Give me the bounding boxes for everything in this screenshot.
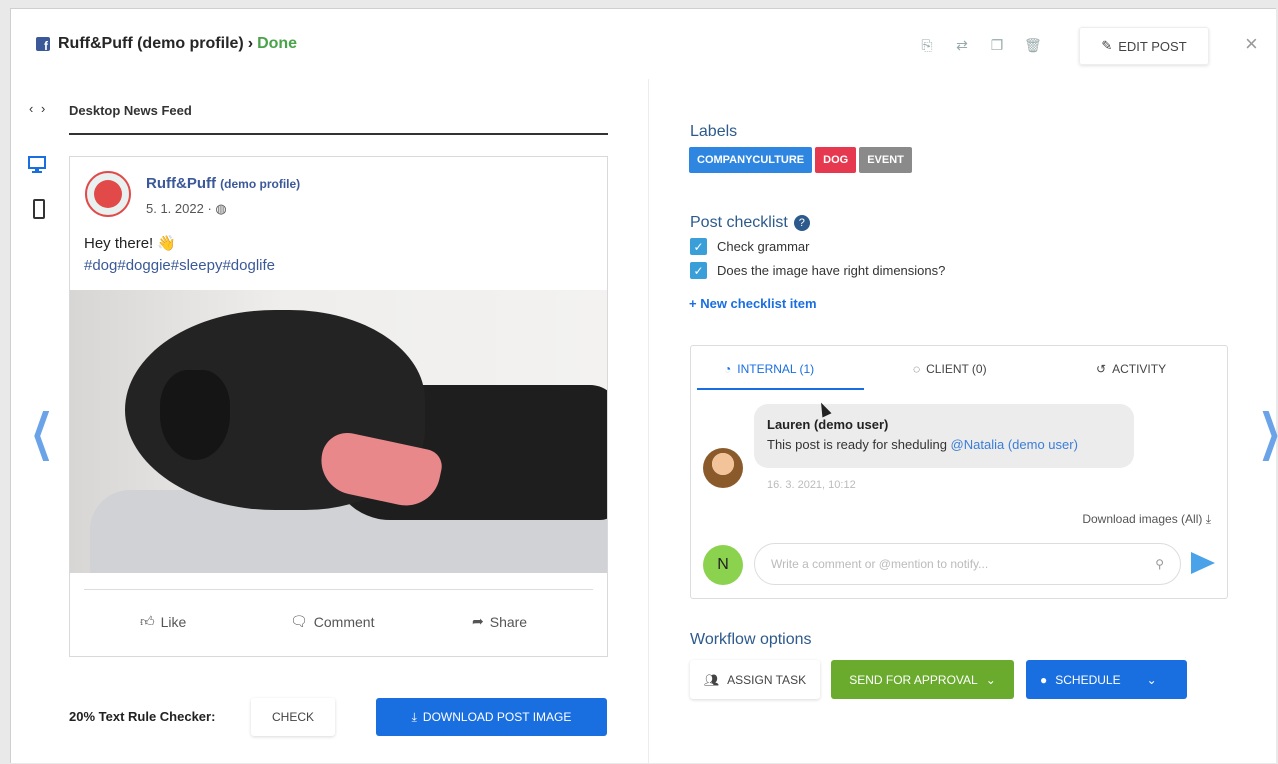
- header-title: Ruff&Puff (demo profile) › Done: [36, 35, 297, 53]
- column-divider: [648, 79, 649, 764]
- globe-icon: ◍: [215, 201, 227, 216]
- page-avatar: [85, 171, 131, 217]
- facebook-icon: [36, 37, 50, 53]
- send-for-approval-button[interactable]: SEND FOR APPROVAL ⌄: [831, 660, 1014, 699]
- checkbox-checked-icon[interactable]: ✓: [690, 262, 707, 279]
- edit-post-button[interactable]: ✎ EDIT POST: [1079, 27, 1209, 65]
- post-date: 5. 1. 2022 · ◍: [146, 201, 227, 216]
- preview-nav-arrows[interactable]: ‹ ›: [29, 101, 47, 116]
- post-status: Done: [257, 35, 298, 52]
- new-checklist-item-link[interactable]: + New checklist item: [689, 296, 817, 311]
- label-companyculture[interactable]: COMPANYCULTURE: [689, 147, 813, 173]
- schedule-button[interactable]: ● SCHEDULE ⌄: [1026, 660, 1187, 699]
- share-button[interactable]: ➦ Share: [472, 613, 527, 630]
- text-rule-checker-label: 20% Text Rule Checker:: [69, 709, 216, 724]
- mention-link[interactable]: @Natalia (demo user): [951, 437, 1078, 452]
- comments-panel: ◔ INTERNAL (1) ◌ CLIENT (0) ↺ ACTIVITY L…: [690, 345, 1228, 599]
- previous-post-icon[interactable]: ❮: [30, 403, 53, 461]
- comment-author: Lauren (demo user): [767, 417, 889, 432]
- pencil-icon: ✎: [1101, 38, 1113, 53]
- feed-underline: [69, 133, 608, 135]
- tab-activity[interactable]: ↺ ACTIVITY: [1096, 362, 1166, 376]
- send-icon[interactable]: [1191, 552, 1215, 574]
- checklist-item[interactable]: ✓ Check grammar: [690, 238, 809, 255]
- swap-icon[interactable]: ⇄: [954, 37, 970, 53]
- checklist-title: Post checklist?: [690, 214, 810, 232]
- duplicate-icon[interactable]: ❐: [989, 37, 1005, 53]
- close-icon[interactable]: ×: [1245, 31, 1258, 57]
- chevron-down-icon: ⌄: [985, 672, 996, 687]
- post-detail-modal: Ruff&Puff (demo profile) › Done ⎘ ⇄ ❐ 🗑 …: [10, 8, 1278, 764]
- paperclip-icon[interactable]: ⚲: [1155, 557, 1164, 571]
- comment-timestamp: 16. 3. 2021, 10:12: [767, 479, 856, 491]
- label-event[interactable]: EVENT: [859, 147, 912, 173]
- next-post-icon[interactable]: ❯: [1258, 403, 1278, 461]
- workflow-title: Workflow options: [690, 631, 812, 648]
- like-button[interactable]: 👍︎ Like: [140, 613, 186, 630]
- edit-post-label: EDIT POST: [1118, 38, 1187, 54]
- current-user-avatar: N: [703, 545, 743, 585]
- comment-icon: 🗨: [290, 613, 308, 629]
- card-divider: [84, 589, 593, 590]
- post-text: Hey there! 👋: [84, 235, 177, 252]
- info-icon: ●: [1040, 672, 1048, 687]
- post-page-name: Ruff&Puff (demo profile): [146, 175, 301, 192]
- commenter-avatar: [703, 448, 743, 488]
- comment-input-placeholder: Write a comment or @mention to notify...: [771, 557, 989, 571]
- trash-icon[interactable]: 🗑: [1024, 37, 1042, 53]
- download-images-all-link[interactable]: Download images (All) ⤓: [1082, 512, 1211, 527]
- labels-list: COMPANYCULTURE DOG EVENT: [689, 147, 912, 173]
- assign-task-button[interactable]: 👥︎ ASSIGN TASK: [690, 660, 820, 699]
- mobile-icon[interactable]: [33, 199, 45, 219]
- feed-label: Desktop News Feed: [69, 103, 192, 118]
- breadcrumb-separator: ›: [247, 35, 254, 52]
- download-icon: ⤓: [411, 709, 417, 724]
- comment-bubble: Lauren (demo user) This post is ready fo…: [754, 404, 1134, 468]
- copy-icon[interactable]: ⎘: [919, 37, 935, 53]
- checkbox-checked-icon[interactable]: ✓: [690, 238, 707, 255]
- post-preview-card: Ruff&Puff (demo profile) 5. 1. 2022 · ◍ …: [69, 156, 608, 657]
- internal-comment-icon: ◔: [724, 362, 732, 376]
- users-icon: 👥︎: [703, 672, 720, 687]
- desktop-icon[interactable]: [27, 154, 47, 176]
- client-comment-icon: ◌: [913, 362, 921, 376]
- header-actions: ⎘ ⇄ ❐ 🗑: [919, 37, 1042, 53]
- history-icon: ↺: [1096, 362, 1107, 376]
- check-button[interactable]: CHECK: [251, 698, 335, 736]
- active-tab-indicator: [697, 388, 864, 390]
- chevron-down-icon[interactable]: ⌄: [1147, 673, 1157, 687]
- tab-internal[interactable]: ◔ INTERNAL (1): [724, 362, 814, 376]
- labels-title: Labels: [690, 123, 738, 140]
- label-dog[interactable]: DOG: [815, 147, 857, 173]
- share-icon: ➦: [472, 613, 484, 629]
- profile-name[interactable]: Ruff&Puff (demo profile): [58, 35, 244, 53]
- comment-button[interactable]: 🗨 Comment: [290, 613, 374, 630]
- thumbs-up-icon: 👍︎: [140, 613, 155, 629]
- comment-text: This post is ready for sheduling @Natali…: [767, 437, 1078, 452]
- post-image: [70, 290, 607, 573]
- post-hashtags: #dog#doggie#sleepy#doglife: [84, 257, 276, 274]
- help-icon[interactable]: ?: [793, 214, 810, 231]
- checklist-item[interactable]: ✓ Does the image have right dimensions?: [690, 262, 945, 279]
- tab-client[interactable]: ◌ CLIENT (0): [913, 362, 987, 376]
- download-post-image-button[interactable]: ⤓ DOWNLOAD POST IMAGE: [376, 698, 607, 736]
- comment-input[interactable]: Write a comment or @mention to notify...…: [754, 543, 1181, 585]
